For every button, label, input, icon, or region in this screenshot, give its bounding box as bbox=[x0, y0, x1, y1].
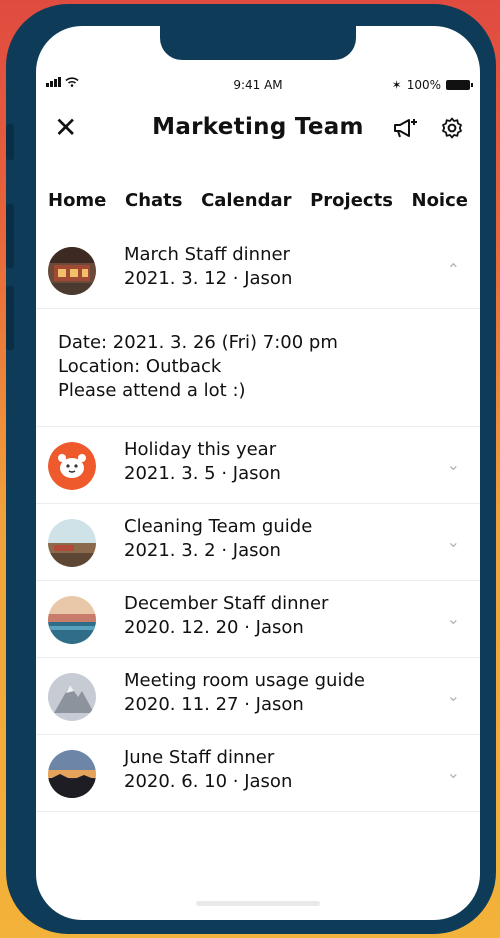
avatar bbox=[48, 673, 96, 721]
tab-bar: Home Chats Calendar Projects Noice bbox=[48, 190, 468, 220]
top-actions bbox=[392, 116, 464, 140]
notch bbox=[160, 26, 356, 60]
post-title: December Staff dinner bbox=[124, 593, 329, 614]
post-title: June Staff dinner bbox=[124, 747, 275, 768]
chevron-down-icon[interactable]: ⌄ bbox=[447, 609, 460, 628]
notice-list: March Staff dinner 2021. 3. 12 · Jason ⌃… bbox=[36, 232, 480, 812]
battery-percent: 100% bbox=[406, 78, 441, 92]
status-right: ✶ 100% bbox=[391, 78, 473, 92]
avatar bbox=[48, 750, 96, 798]
list-item[interactable]: December Staff dinner 2020. 12. 20 · Jas… bbox=[36, 581, 480, 658]
top-bar: ✕ Marketing Team bbox=[36, 108, 480, 150]
post-title: Holiday this year bbox=[124, 439, 277, 460]
detail-date: Date: 2021. 3. 26 (Fri) 7:00 pm bbox=[58, 332, 338, 353]
screen: 9:41 AM ✶ 100% ✕ Marketing Team Home Cha… bbox=[36, 26, 480, 920]
post-meta: 2021. 3. 12 · Jason bbox=[124, 268, 293, 289]
avatar bbox=[48, 519, 96, 567]
chevron-down-icon[interactable]: ⌄ bbox=[447, 455, 460, 474]
mute-switch bbox=[6, 124, 14, 160]
chevron-up-icon[interactable]: ⌃ bbox=[447, 260, 460, 279]
post-title: Meeting room usage guide bbox=[124, 670, 365, 691]
post-meta: 2021. 3. 2 · Jason bbox=[124, 540, 281, 561]
detail-note: Please attend a lot :) bbox=[58, 380, 246, 401]
home-indicator bbox=[196, 901, 320, 906]
tab-projects[interactable]: Projects bbox=[310, 190, 393, 220]
gear-icon[interactable] bbox=[440, 116, 464, 140]
chevron-down-icon[interactable]: ⌄ bbox=[447, 686, 460, 705]
tab-notice[interactable]: Noice bbox=[412, 190, 468, 220]
post-title: March Staff dinner bbox=[124, 244, 290, 265]
post-meta: 2020. 12. 20 · Jason bbox=[124, 617, 304, 638]
phone-frame: 9:41 AM ✶ 100% ✕ Marketing Team Home Cha… bbox=[6, 4, 496, 934]
post-meta: 2020. 6. 10 · Jason bbox=[124, 771, 293, 792]
list-item[interactable]: June Staff dinner 2020. 6. 10 · Jason ⌄ bbox=[36, 735, 480, 812]
bluetooth-icon: ✶ bbox=[391, 78, 402, 92]
tab-chats[interactable]: Chats bbox=[125, 190, 183, 220]
post-meta: 2021. 3. 5 · Jason bbox=[124, 463, 281, 484]
volume-up-button bbox=[6, 204, 14, 268]
avatar bbox=[48, 247, 96, 295]
detail-location: Location: Outback bbox=[58, 356, 222, 377]
post-details: Date: 2021. 3. 26 (Fri) 7:00 pm Location… bbox=[36, 309, 480, 427]
tab-calendar[interactable]: Calendar bbox=[201, 190, 291, 220]
list-item[interactable]: Cleaning Team guide 2021. 3. 2 · Jason ⌄ bbox=[36, 504, 480, 581]
list-item[interactable]: Holiday this year 2021. 3. 5 · Jason ⌄ bbox=[36, 427, 480, 504]
volume-down-button bbox=[6, 286, 14, 350]
chevron-down-icon[interactable]: ⌄ bbox=[447, 532, 460, 551]
list-item[interactable]: Meeting room usage guide 2020. 11. 27 · … bbox=[36, 658, 480, 735]
tab-home[interactable]: Home bbox=[48, 190, 106, 220]
chevron-down-icon[interactable]: ⌄ bbox=[447, 763, 460, 782]
status-bar: 9:41 AM ✶ 100% bbox=[36, 74, 480, 98]
post-title: Cleaning Team guide bbox=[124, 516, 313, 537]
avatar bbox=[48, 442, 96, 490]
avatar bbox=[48, 596, 96, 644]
post-meta: 2020. 11. 27 · Jason bbox=[124, 694, 304, 715]
battery-icon bbox=[446, 80, 473, 90]
megaphone-icon[interactable] bbox=[392, 116, 420, 140]
list-item[interactable]: March Staff dinner 2021. 3. 12 · Jason ⌃ bbox=[36, 232, 480, 309]
